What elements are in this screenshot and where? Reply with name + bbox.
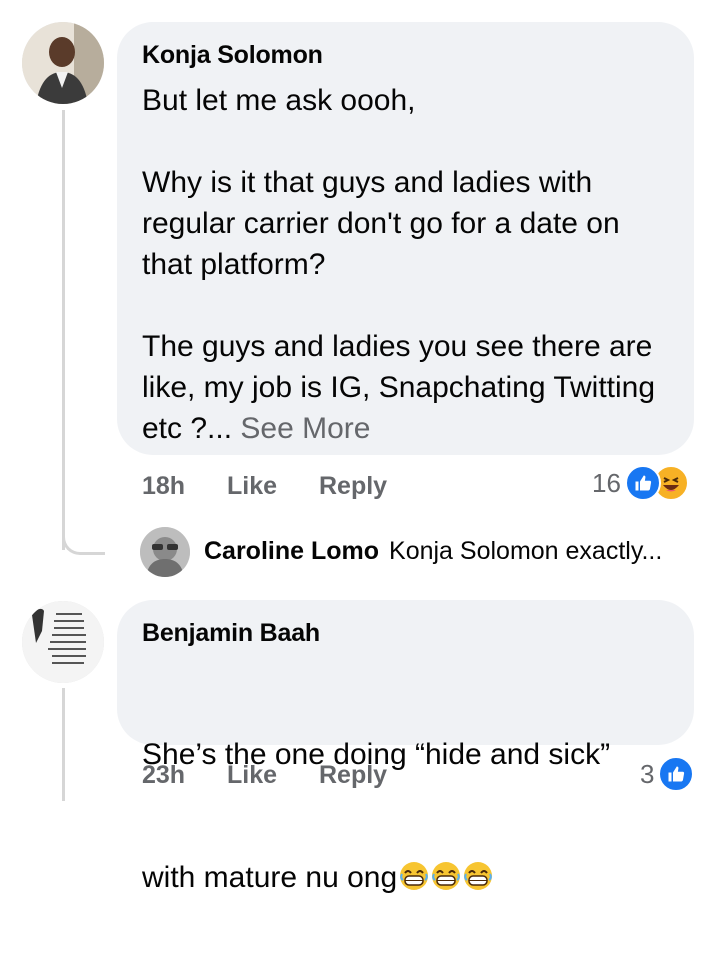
reply-preview[interactable]: Caroline Lomo Konja Solomon exactly... xyxy=(204,537,662,566)
thread-connector-curve xyxy=(62,520,105,555)
thread-connector-line xyxy=(62,110,65,550)
reply-author[interactable]: Caroline Lomo xyxy=(204,537,379,566)
like-icon xyxy=(658,756,695,792)
laughing-emoji-icon xyxy=(400,862,429,890)
avatar-caroline-lomo[interactable] xyxy=(140,527,190,577)
avatar-konja-solomon[interactable] xyxy=(22,22,104,104)
reply-button[interactable]: Reply xyxy=(319,472,387,501)
comment-bubble-benjamin[interactable]: Benjamin Baah She’s the one doing “hide … xyxy=(117,600,694,894)
timestamp[interactable]: 18h xyxy=(142,472,185,501)
profile-photo xyxy=(22,601,104,683)
reaction-count: 16 xyxy=(592,467,621,498)
reaction-summary[interactable]: 16 xyxy=(592,465,689,501)
comment-author[interactable]: Konja Solomon xyxy=(142,41,323,70)
avatar-benjamin-baah[interactable] xyxy=(22,601,104,683)
reply-text: Konja Solomon exactly... xyxy=(389,537,663,565)
profile-photo xyxy=(140,527,190,577)
like-button[interactable]: Like xyxy=(227,761,277,790)
comment-actions: 23h Like Reply xyxy=(142,761,442,791)
reaction-count: 3 xyxy=(640,758,655,789)
comment-line-2: with mature nu ong xyxy=(142,857,682,898)
comment-line-2-text: with mature nu ong xyxy=(142,861,398,894)
see-more-link[interactable]: See More xyxy=(240,412,370,445)
like-button[interactable]: Like xyxy=(227,472,277,501)
comment-author[interactable]: Benjamin Baah xyxy=(142,619,320,648)
comment-text: She’s the one doing “hide and sick” with… xyxy=(142,652,682,980)
comment-body: But let me ask oooh, Why is it that guys… xyxy=(142,84,656,445)
thread-connector-line-2 xyxy=(62,688,65,801)
reaction-summary[interactable]: 3 xyxy=(640,756,695,792)
laughing-emoji-icon xyxy=(464,862,493,890)
comment-actions: 18h Like Reply xyxy=(142,472,442,502)
timestamp[interactable]: 23h xyxy=(142,761,185,790)
laughing-emoji-icon xyxy=(432,862,461,890)
like-icon xyxy=(624,465,661,501)
reply-button[interactable]: Reply xyxy=(319,761,387,790)
comment-text: But let me ask oooh, Why is it that guys… xyxy=(142,80,672,449)
comment-bubble-konja[interactable]: Konja Solomon But let me ask oooh, Why i… xyxy=(117,22,694,455)
profile-photo xyxy=(22,22,104,104)
